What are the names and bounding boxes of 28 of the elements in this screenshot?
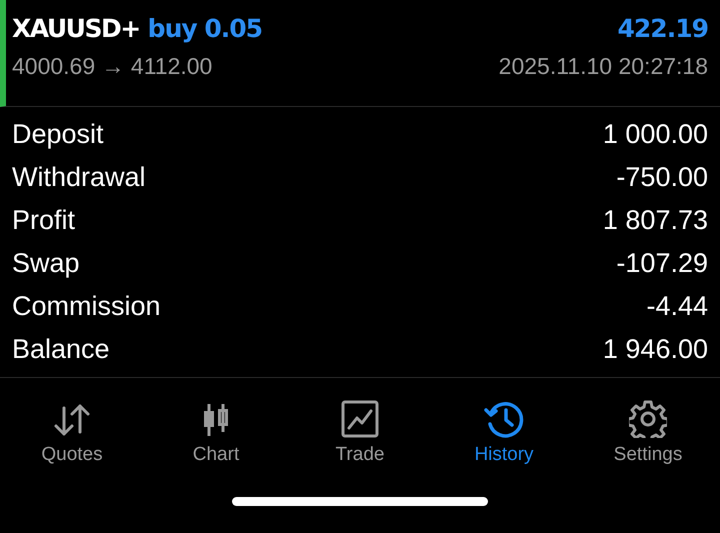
tab[interactable]: Settings (576, 388, 720, 470)
symbol: XAUUSD+ (12, 14, 140, 43)
summary-label: Commission (12, 291, 161, 322)
summary-value: 1 807.73 (602, 205, 708, 236)
trade-time: 2025.11.10 20:27:18 (498, 53, 708, 80)
summary-label: Profit (12, 205, 76, 236)
summary-label: Withdrawal (12, 162, 146, 193)
line-chart-icon (341, 400, 379, 438)
summary-value: -4.44 (646, 291, 708, 322)
summary-label: Balance (12, 334, 110, 365)
trade-side: buy 0.05 (148, 14, 262, 43)
summary-value: 1 946.00 (602, 334, 708, 365)
tab[interactable]: History (432, 388, 576, 470)
summary-value: 1 000.00 (602, 119, 708, 150)
arrows-icon (52, 402, 92, 438)
summary-value: -750.00 (616, 162, 708, 193)
history-icon (484, 400, 524, 438)
tab[interactable]: Quotes (0, 388, 144, 470)
tab[interactable]: Trade (288, 388, 432, 470)
tab[interactable]: Chart (144, 388, 288, 470)
trade-prices: 4000.69 → 4112.00 (12, 53, 212, 80)
candlestick-icon (201, 402, 231, 438)
settings-icon (629, 400, 667, 438)
summary-label: Swap (12, 248, 80, 279)
summary-value: -107.29 (616, 248, 708, 279)
trade-profit: 422.19 (618, 14, 708, 43)
summary-label: Deposit (12, 119, 104, 150)
trade-row[interactable]: XAUUSD+ buy 0.05 422.19 4000.69 → 4112.00 2025.11.10 20:27:18 (0, 0, 720, 107)
